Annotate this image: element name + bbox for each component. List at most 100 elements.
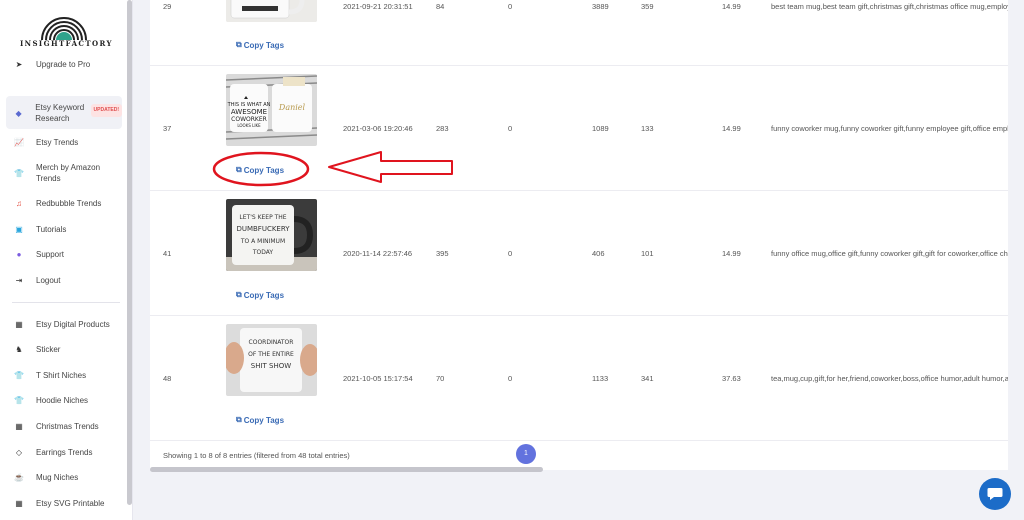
- sidebar-item-label: Logout: [36, 276, 61, 285]
- cell-value: 0: [508, 249, 513, 258]
- svg-text:DUMBFUCKERY: DUMBFUCKERY: [236, 225, 290, 233]
- table-horizontal-scrollbar[interactable]: [150, 467, 543, 472]
- updated-badge: UPDATED!: [90, 104, 122, 117]
- qr-icon: ▦: [15, 422, 23, 431]
- sidebar-item-sticker[interactable]: ♞ Sticker: [6, 344, 122, 355]
- sidebar-item-christmas-trends[interactable]: ▦ Christmas Trends: [6, 421, 122, 432]
- table-row: 48 COORDINATOR OF THE ENTIRE SHIT SHOW 2…: [150, 316, 1008, 441]
- chat-widget-button[interactable]: [979, 478, 1011, 510]
- paper-plane-icon: ➤: [15, 60, 23, 69]
- cell-date: 2021-09-21 20:31:51: [343, 2, 413, 11]
- sidebar-item-etsy-keyword-research[interactable]: ◆ Etsy Keyword Research UPDATED!: [6, 96, 122, 129]
- sidebar-item-label: Tutorials: [36, 225, 67, 234]
- svg-text:AWESOME: AWESOME: [231, 108, 267, 116]
- sidebar-item-label: Etsy Digital Products: [36, 320, 110, 329]
- copy-icon: ⧉: [236, 415, 242, 424]
- cell-price: 14.99: [722, 2, 741, 11]
- sidebar-scrollbar[interactable]: [127, 0, 132, 505]
- tshirt-icon: 👕: [14, 169, 24, 178]
- cell-tags: best team mug,best team gift,christmas g…: [771, 2, 1008, 11]
- sidebar-item-label: Earrings Trends: [36, 448, 93, 457]
- svg-text:TODAY: TODAY: [252, 249, 274, 256]
- sidebar-item-label: Mug Niches: [36, 473, 79, 482]
- cell-price: 14.99: [722, 124, 741, 133]
- sidebar-item-label: Etsy Keyword Research: [35, 103, 85, 123]
- logo-text: INSIGHTFACTORY: [20, 39, 113, 48]
- cell-value: 133: [641, 124, 654, 133]
- sidebar-item-tutorials[interactable]: ▣ Tutorials: [6, 224, 122, 235]
- cell-id: 37: [163, 124, 172, 133]
- cell-value: 395: [436, 249, 449, 258]
- cell-date: 2021-10-05 15:17:54: [343, 374, 413, 383]
- sidebar-item-mug-niches[interactable]: ☕ Mug Niches: [6, 472, 122, 483]
- copy-tags-button[interactable]: ⧉ Copy Tags: [236, 165, 284, 175]
- copy-icon: ⧉: [236, 40, 242, 49]
- copy-tags-button[interactable]: ⧉ Copy Tags: [236, 40, 284, 50]
- table-row: 37 THIS IS WHAT AN AWESOME COWORKER LOOK…: [150, 66, 1008, 191]
- cell-value: 359: [641, 2, 654, 11]
- sidebar-item-hoodie-niches[interactable]: 👕 Hoodie Niches: [6, 395, 122, 406]
- copy-tags-label: Copy Tags: [243, 165, 285, 175]
- sidebar-item-earrings-trends[interactable]: ◇ Earrings Trends: [6, 447, 122, 458]
- chat-icon: ●: [16, 250, 22, 259]
- table-row: 41 LET'S KEEP THE DUMBFUCKERY TO A MINIM…: [150, 191, 1008, 316]
- cell-value: 101: [641, 249, 654, 258]
- cell-date: 2020-11-14 22:57:46: [343, 249, 413, 258]
- cell-tags: tea,mug,cup,gift,for her,friend,coworker…: [771, 374, 1008, 383]
- sidebar-item-support[interactable]: ● Support: [6, 249, 122, 260]
- svg-text:Daniel: Daniel: [278, 103, 306, 112]
- sidebar-item-redbubble-trends[interactable]: ♫ Redbubble Trends: [6, 198, 122, 209]
- sidebar-item-etsy-svg-printable[interactable]: ▦ Etsy SVG Printable: [6, 498, 122, 509]
- product-thumbnail[interactable]: LET'S KEEP THE DUMBFUCKERY TO A MINIMUM …: [226, 199, 317, 271]
- cell-value: 0: [508, 2, 513, 11]
- cell-value: 3889: [592, 2, 609, 11]
- cell-price: 37.63: [722, 374, 741, 383]
- cell-value: 84: [436, 2, 445, 11]
- svg-text:COWORKER: COWORKER: [231, 116, 267, 123]
- copy-icon: ⧉: [236, 290, 242, 299]
- logo[interactable]: INSIGHTFACTORY: [20, 12, 113, 52]
- logout-icon: ⇥: [15, 276, 23, 285]
- sidebar: INSIGHTFACTORY ➤ Upgrade to Pro ◆ Etsy K…: [0, 0, 133, 520]
- cell-id: 29: [163, 2, 172, 11]
- sidebar-item-label: Sticker: [36, 345, 61, 354]
- sidebar-item-merch-by-amazon[interactable]: 👕 Merch by Amazon Trends: [6, 162, 122, 184]
- svg-text:SHIT SHOW: SHIT SHOW: [251, 362, 291, 370]
- svg-text:COORDINATOR: COORDINATOR: [249, 339, 294, 346]
- sidebar-item-logout[interactable]: ⇥ Logout: [6, 275, 122, 286]
- tag-icon: ◆: [15, 109, 22, 118]
- sidebar-item-tshirt-niches[interactable]: 👕 T Shirt Niches: [6, 370, 122, 381]
- sidebar-item-label: Redbubble Trends: [36, 199, 102, 208]
- copy-icon: ⧉: [236, 165, 242, 174]
- chat-bubble-icon: [987, 488, 1003, 500]
- cell-date: 2021-03-06 19:20:46: [343, 124, 413, 133]
- svg-text:LOOKS LIKE: LOOKS LIKE: [237, 123, 261, 128]
- sidebar-divider: [12, 302, 120, 303]
- copy-tags-button[interactable]: ⧉ Copy Tags: [236, 415, 284, 425]
- sidebar-item-label: Christmas Trends: [36, 422, 99, 431]
- cell-id: 41: [163, 249, 172, 258]
- mug-icon: ☕: [14, 473, 24, 482]
- product-thumbnail[interactable]: THIS IS WHAT AN AWESOME COWORKER LOOKS L…: [226, 74, 317, 146]
- copy-tags-button[interactable]: ⧉ Copy Tags: [236, 290, 284, 300]
- table-row: 29 2021-09-21 20:31:51 84 0 3889 359 14.…: [150, 0, 1008, 66]
- sidebar-item-etsy-trends[interactable]: 📈 Etsy Trends: [6, 137, 122, 148]
- cell-id: 48: [163, 374, 172, 383]
- product-thumbnail[interactable]: COORDINATOR OF THE ENTIRE SHIT SHOW: [226, 324, 317, 396]
- product-thumbnail[interactable]: [226, 0, 317, 22]
- cell-price: 14.99: [722, 249, 741, 258]
- sidebar-item-label: Support: [36, 250, 65, 259]
- copy-tags-label: Copy Tags: [243, 415, 285, 425]
- cell-value: 0: [508, 124, 513, 133]
- svg-text:TO A MINIMUM: TO A MINIMUM: [240, 238, 285, 245]
- sidebar-item-label: Etsy SVG Printable: [36, 499, 105, 508]
- cell-value: 1133: [592, 374, 609, 383]
- music-icon: ♫: [16, 199, 22, 208]
- line-chart-icon: 📈: [14, 138, 24, 147]
- cell-value: 406: [592, 249, 605, 258]
- qr-icon: ▦: [15, 320, 23, 329]
- sidebar-item-upgrade[interactable]: ➤ Upgrade to Pro: [6, 59, 122, 70]
- pagination-page-1[interactable]: 1: [516, 444, 536, 464]
- sidebar-item-label: Merch by Amazon Trends: [36, 163, 101, 183]
- sidebar-item-etsy-digital-products[interactable]: ▦ Etsy Digital Products: [6, 319, 122, 330]
